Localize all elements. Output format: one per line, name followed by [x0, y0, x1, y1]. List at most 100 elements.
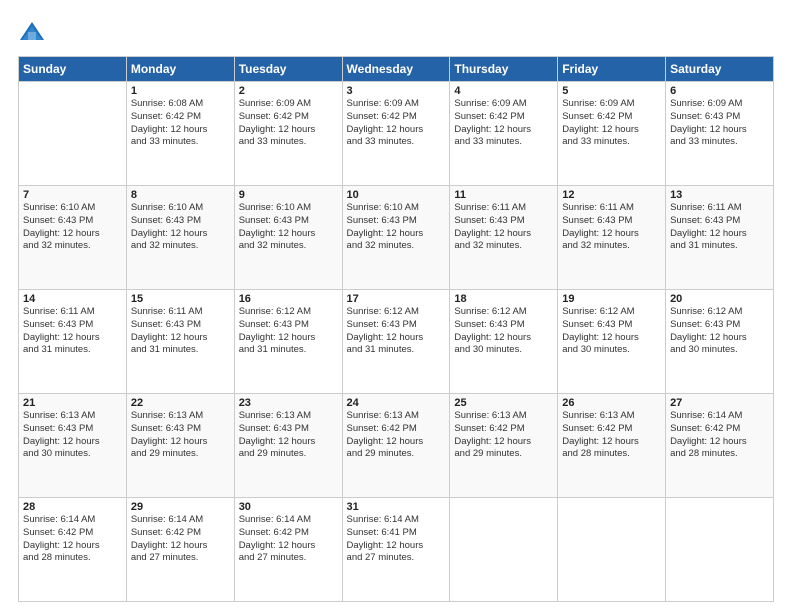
calendar-cell: 21Sunrise: 6:13 AM Sunset: 6:43 PM Dayli… [19, 394, 127, 498]
calendar-cell: 27Sunrise: 6:14 AM Sunset: 6:42 PM Dayli… [666, 394, 774, 498]
day-info: Sunrise: 6:08 AM Sunset: 6:42 PM Dayligh… [131, 98, 230, 149]
day-info: Sunrise: 6:14 AM Sunset: 6:42 PM Dayligh… [131, 514, 230, 565]
calendar-cell: 23Sunrise: 6:13 AM Sunset: 6:43 PM Dayli… [234, 394, 342, 498]
logo [18, 18, 50, 46]
calendar-cell: 12Sunrise: 6:11 AM Sunset: 6:43 PM Dayli… [558, 186, 666, 290]
day-info: Sunrise: 6:11 AM Sunset: 6:43 PM Dayligh… [454, 202, 553, 253]
calendar-cell: 3Sunrise: 6:09 AM Sunset: 6:42 PM Daylig… [342, 82, 450, 186]
day-number: 24 [347, 397, 446, 409]
day-info: Sunrise: 6:10 AM Sunset: 6:43 PM Dayligh… [131, 202, 230, 253]
day-number: 26 [562, 397, 661, 409]
calendar-cell [666, 498, 774, 602]
day-number: 28 [23, 501, 122, 513]
day-number: 25 [454, 397, 553, 409]
day-number: 7 [23, 189, 122, 201]
day-number: 12 [562, 189, 661, 201]
day-info: Sunrise: 6:13 AM Sunset: 6:43 PM Dayligh… [23, 410, 122, 461]
calendar-cell: 6Sunrise: 6:09 AM Sunset: 6:43 PM Daylig… [666, 82, 774, 186]
calendar-cell: 13Sunrise: 6:11 AM Sunset: 6:43 PM Dayli… [666, 186, 774, 290]
calendar-week-1: 1Sunrise: 6:08 AM Sunset: 6:42 PM Daylig… [19, 82, 774, 186]
day-info: Sunrise: 6:13 AM Sunset: 6:42 PM Dayligh… [454, 410, 553, 461]
calendar-cell [450, 498, 558, 602]
calendar-week-3: 14Sunrise: 6:11 AM Sunset: 6:43 PM Dayli… [19, 290, 774, 394]
calendar-cell: 28Sunrise: 6:14 AM Sunset: 6:42 PM Dayli… [19, 498, 127, 602]
day-info: Sunrise: 6:11 AM Sunset: 6:43 PM Dayligh… [23, 306, 122, 357]
day-info: Sunrise: 6:11 AM Sunset: 6:43 PM Dayligh… [670, 202, 769, 253]
day-info: Sunrise: 6:12 AM Sunset: 6:43 PM Dayligh… [562, 306, 661, 357]
calendar-header-thursday: Thursday [450, 57, 558, 82]
day-number: 16 [239, 293, 338, 305]
day-number: 13 [670, 189, 769, 201]
calendar-cell: 11Sunrise: 6:11 AM Sunset: 6:43 PM Dayli… [450, 186, 558, 290]
day-number: 22 [131, 397, 230, 409]
day-info: Sunrise: 6:12 AM Sunset: 6:43 PM Dayligh… [670, 306, 769, 357]
day-number: 15 [131, 293, 230, 305]
day-number: 23 [239, 397, 338, 409]
day-number: 3 [347, 85, 446, 97]
day-info: Sunrise: 6:13 AM Sunset: 6:43 PM Dayligh… [239, 410, 338, 461]
day-info: Sunrise: 6:14 AM Sunset: 6:41 PM Dayligh… [347, 514, 446, 565]
calendar-header-row: SundayMondayTuesdayWednesdayThursdayFrid… [19, 57, 774, 82]
calendar-cell: 29Sunrise: 6:14 AM Sunset: 6:42 PM Dayli… [126, 498, 234, 602]
day-number: 27 [670, 397, 769, 409]
calendar-cell: 1Sunrise: 6:08 AM Sunset: 6:42 PM Daylig… [126, 82, 234, 186]
calendar-week-5: 28Sunrise: 6:14 AM Sunset: 6:42 PM Dayli… [19, 498, 774, 602]
calendar-week-4: 21Sunrise: 6:13 AM Sunset: 6:43 PM Dayli… [19, 394, 774, 498]
day-number: 6 [670, 85, 769, 97]
calendar-cell: 24Sunrise: 6:13 AM Sunset: 6:42 PM Dayli… [342, 394, 450, 498]
calendar-header-friday: Friday [558, 57, 666, 82]
calendar-cell [558, 498, 666, 602]
day-number: 8 [131, 189, 230, 201]
day-info: Sunrise: 6:09 AM Sunset: 6:42 PM Dayligh… [562, 98, 661, 149]
day-number: 1 [131, 85, 230, 97]
day-number: 11 [454, 189, 553, 201]
calendar-cell: 10Sunrise: 6:10 AM Sunset: 6:43 PM Dayli… [342, 186, 450, 290]
page: SundayMondayTuesdayWednesdayThursdayFrid… [0, 0, 792, 612]
calendar-cell: 26Sunrise: 6:13 AM Sunset: 6:42 PM Dayli… [558, 394, 666, 498]
day-info: Sunrise: 6:13 AM Sunset: 6:42 PM Dayligh… [562, 410, 661, 461]
day-info: Sunrise: 6:12 AM Sunset: 6:43 PM Dayligh… [454, 306, 553, 357]
day-number: 2 [239, 85, 338, 97]
calendar-cell: 2Sunrise: 6:09 AM Sunset: 6:42 PM Daylig… [234, 82, 342, 186]
calendar-cell: 16Sunrise: 6:12 AM Sunset: 6:43 PM Dayli… [234, 290, 342, 394]
calendar-header-sunday: Sunday [19, 57, 127, 82]
day-info: Sunrise: 6:14 AM Sunset: 6:42 PM Dayligh… [670, 410, 769, 461]
day-number: 5 [562, 85, 661, 97]
day-info: Sunrise: 6:14 AM Sunset: 6:42 PM Dayligh… [23, 514, 122, 565]
day-info: Sunrise: 6:11 AM Sunset: 6:43 PM Dayligh… [562, 202, 661, 253]
day-number: 10 [347, 189, 446, 201]
day-number: 31 [347, 501, 446, 513]
calendar-cell: 22Sunrise: 6:13 AM Sunset: 6:43 PM Dayli… [126, 394, 234, 498]
calendar-cell: 7Sunrise: 6:10 AM Sunset: 6:43 PM Daylig… [19, 186, 127, 290]
day-info: Sunrise: 6:12 AM Sunset: 6:43 PM Dayligh… [347, 306, 446, 357]
day-number: 18 [454, 293, 553, 305]
header [18, 18, 774, 46]
calendar-cell: 15Sunrise: 6:11 AM Sunset: 6:43 PM Dayli… [126, 290, 234, 394]
day-info: Sunrise: 6:12 AM Sunset: 6:43 PM Dayligh… [239, 306, 338, 357]
day-info: Sunrise: 6:14 AM Sunset: 6:42 PM Dayligh… [239, 514, 338, 565]
calendar-cell: 25Sunrise: 6:13 AM Sunset: 6:42 PM Dayli… [450, 394, 558, 498]
day-number: 19 [562, 293, 661, 305]
logo-icon [18, 18, 46, 46]
calendar-cell: 31Sunrise: 6:14 AM Sunset: 6:41 PM Dayli… [342, 498, 450, 602]
day-info: Sunrise: 6:10 AM Sunset: 6:43 PM Dayligh… [239, 202, 338, 253]
calendar-header-wednesday: Wednesday [342, 57, 450, 82]
calendar-table: SundayMondayTuesdayWednesdayThursdayFrid… [18, 56, 774, 602]
calendar-cell: 20Sunrise: 6:12 AM Sunset: 6:43 PM Dayli… [666, 290, 774, 394]
day-info: Sunrise: 6:11 AM Sunset: 6:43 PM Dayligh… [131, 306, 230, 357]
calendar-week-2: 7Sunrise: 6:10 AM Sunset: 6:43 PM Daylig… [19, 186, 774, 290]
calendar-header-tuesday: Tuesday [234, 57, 342, 82]
day-info: Sunrise: 6:09 AM Sunset: 6:42 PM Dayligh… [347, 98, 446, 149]
calendar-header-monday: Monday [126, 57, 234, 82]
day-number: 29 [131, 501, 230, 513]
calendar-cell: 8Sunrise: 6:10 AM Sunset: 6:43 PM Daylig… [126, 186, 234, 290]
day-number: 20 [670, 293, 769, 305]
calendar-cell: 9Sunrise: 6:10 AM Sunset: 6:43 PM Daylig… [234, 186, 342, 290]
day-info: Sunrise: 6:10 AM Sunset: 6:43 PM Dayligh… [23, 202, 122, 253]
day-number: 30 [239, 501, 338, 513]
day-number: 14 [23, 293, 122, 305]
day-info: Sunrise: 6:10 AM Sunset: 6:43 PM Dayligh… [347, 202, 446, 253]
calendar-cell: 18Sunrise: 6:12 AM Sunset: 6:43 PM Dayli… [450, 290, 558, 394]
day-info: Sunrise: 6:09 AM Sunset: 6:42 PM Dayligh… [239, 98, 338, 149]
calendar-cell: 17Sunrise: 6:12 AM Sunset: 6:43 PM Dayli… [342, 290, 450, 394]
